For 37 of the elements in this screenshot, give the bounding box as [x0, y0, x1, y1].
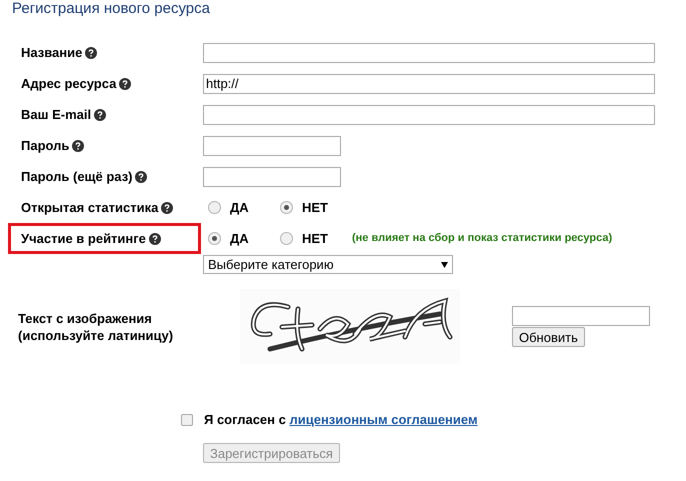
- field-label: Пароль (ещё раз): [8, 161, 201, 192]
- agreement-checkbox[interactable]: [181, 414, 193, 426]
- help-icon: [94, 108, 106, 120]
- help-icon: [161, 202, 174, 214]
- radio-button[interactable]: [280, 201, 293, 214]
- radio-label: НЕТ: [302, 230, 328, 248]
- input-field[interactable]: [203, 136, 341, 156]
- help-icon: [85, 46, 98, 58]
- caret-icon: [441, 262, 448, 268]
- field-label: Открытая статистика: [8, 192, 201, 223]
- help-icon: [135, 170, 148, 182]
- captcha-label: Текст с изображения (используйте латиницу): [18, 310, 174, 344]
- radio-button[interactable]: [280, 232, 293, 245]
- field-label: Адрес ресурса: [8, 68, 201, 99]
- input-field[interactable]: [203, 166, 341, 186]
- help-icon: [72, 140, 84, 152]
- highlighted-field-label: Участие в рейтинге: [8, 223, 201, 254]
- radio-label: ДА: [230, 230, 249, 248]
- input-field[interactable]: [203, 104, 655, 124]
- refresh-button[interactable]: Обновить: [512, 327, 585, 347]
- help-icon: [119, 78, 132, 90]
- input-field[interactable]: http://: [203, 74, 655, 94]
- radio-label: НЕТ: [302, 198, 328, 217]
- radio-label: ДА: [230, 198, 249, 217]
- radio-button[interactable]: [208, 232, 221, 245]
- captcha-input[interactable]: [512, 306, 650, 326]
- radio-button[interactable]: [208, 201, 221, 214]
- help-icon: [148, 232, 161, 244]
- agreement-text: Я согласен с лицензионным соглашением: [204, 411, 478, 430]
- page-title: Регистрация нового ресурса: [11, 0, 211, 19]
- license-link[interactable]: лицензионным соглашением: [289, 412, 478, 428]
- field-label: Пароль: [8, 130, 201, 161]
- note-text: (не влияет на сбор и показ статистики ресурса): [352, 231, 612, 246]
- category-dropdown[interactable]: Выберите категорию: [203, 255, 453, 274]
- field-label: Название: [8, 37, 201, 68]
- input-field[interactable]: [203, 42, 655, 62]
- field-label: Ваш E-mail: [8, 99, 201, 130]
